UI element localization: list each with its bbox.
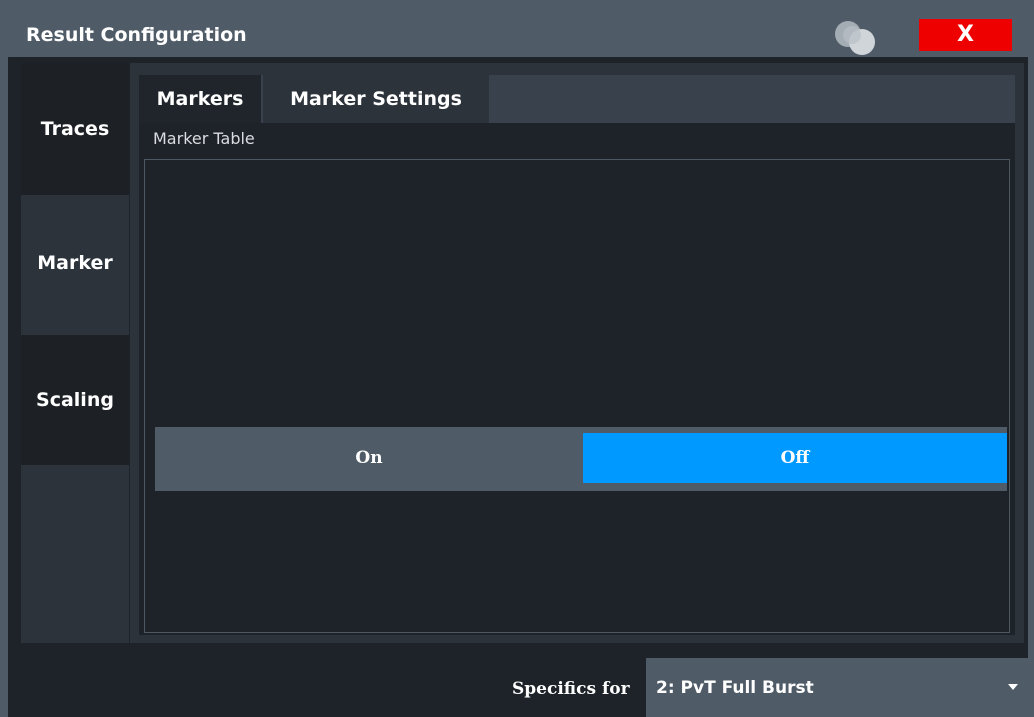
marker-table-toggle: On Off — [155, 427, 1007, 491]
sidebar-item-label: Marker — [37, 252, 113, 274]
dialog-title: Result Configuration — [26, 24, 247, 46]
close-icon: X — [957, 22, 974, 47]
marker-table-on-button[interactable]: On — [161, 433, 577, 483]
marker-table-label: Marker Table — [153, 129, 255, 148]
chevron-down-icon — [1008, 684, 1018, 690]
result-configuration-dialog: Result Configuration X Traces Marker Sca… — [0, 0, 1034, 717]
specifics-dropdown[interactable]: 2: PvT Full Burst — [646, 658, 1028, 717]
settings-panel: Markers Marker Settings Marker Table On … — [130, 63, 1024, 643]
tab-marker-settings[interactable]: Marker Settings — [263, 75, 489, 123]
tab-markers[interactable]: Markers — [139, 75, 261, 123]
dialog-titlebar[interactable]: Result Configuration X — [8, 12, 1028, 56]
specifics-value: 2: PvT Full Burst — [656, 678, 814, 698]
subtab-bar: Markers Marker Settings — [139, 75, 1015, 123]
marker-table-off-button[interactable]: Off — [583, 433, 1007, 483]
on-label: On — [355, 448, 383, 468]
sidebar-item-label: Scaling — [36, 389, 114, 411]
sidebar-item-label: Traces — [40, 118, 110, 140]
sidebar-item-scaling[interactable]: Scaling — [21, 335, 129, 465]
sidebar: Traces Marker Scaling — [21, 63, 129, 643]
marker-table-group — [144, 159, 1010, 633]
dialog-footer: Specifics for 2: PvT Full Burst — [8, 652, 1028, 717]
sidebar-item-traces[interactable]: Traces — [21, 63, 129, 195]
tab-label: Marker Settings — [290, 88, 462, 110]
tab-label: Markers — [156, 88, 244, 110]
close-button[interactable]: X — [919, 19, 1012, 51]
off-label: Off — [780, 448, 810, 468]
tab-content: Marker Table On Off — [139, 123, 1015, 635]
sidebar-item-marker[interactable]: Marker — [21, 197, 129, 329]
dialog-content: Traces Marker Scaling Markers Marker Set… — [8, 57, 1028, 652]
specifics-label: Specifics for — [512, 679, 630, 699]
help-bubbles-icon[interactable] — [826, 16, 886, 56]
